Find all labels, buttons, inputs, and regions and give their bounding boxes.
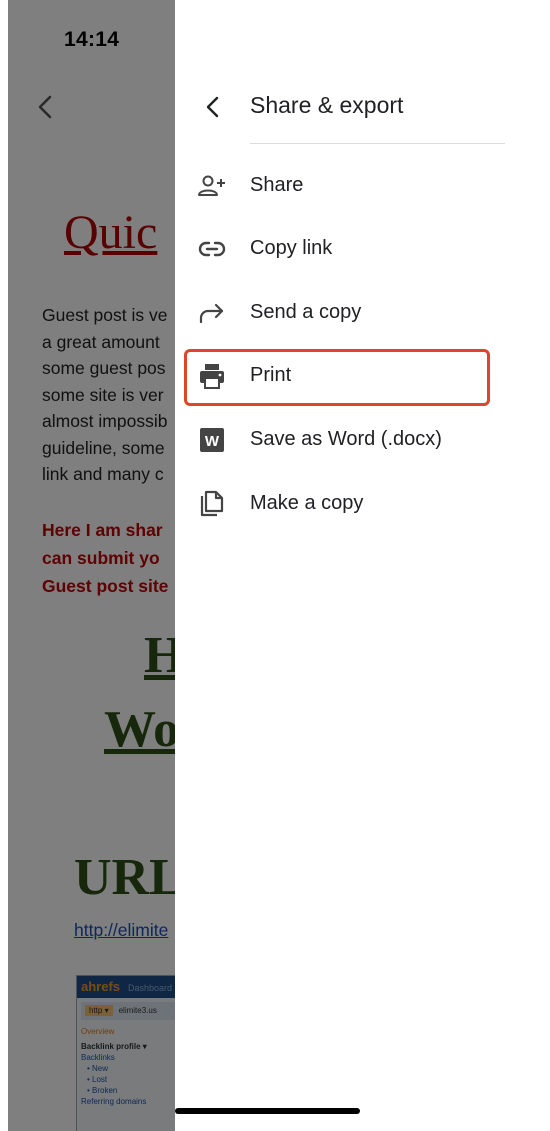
forward-arrow-icon — [199, 303, 224, 324]
menu-item-share[interactable]: Share — [175, 158, 550, 214]
chevron-left-icon[interactable] — [199, 92, 225, 122]
menu-item-label: Make a copy — [250, 492, 364, 514]
share-export-drawer: Share & export Share Copy link Send a co… — [175, 0, 550, 1131]
print-highlight-box — [184, 349, 490, 406]
status-time: 14:14 — [64, 28, 120, 51]
menu-item-label: Copy link — [250, 237, 333, 259]
menu-item-send-copy[interactable]: Send a copy — [175, 285, 550, 341]
svg-text:W: W — [205, 433, 220, 450]
drawer-header: Share & export — [175, 80, 550, 136]
link-icon — [198, 241, 226, 257]
divider — [250, 143, 505, 144]
menu-item-label: Send a copy — [250, 301, 362, 323]
menu-item-label: Share — [250, 174, 304, 196]
home-indicator[interactable] — [175, 1108, 360, 1114]
menu-item-copy-link[interactable]: Copy link — [175, 221, 550, 277]
menu-item-make-copy[interactable]: Make a copy — [175, 476, 550, 532]
menu-item-save-word[interactable]: W Save as Word (.docx) — [175, 412, 550, 468]
word-icon: W — [200, 428, 224, 452]
menu-item-label: Save as Word (.docx) — [250, 428, 442, 450]
drawer-title: Share & export — [250, 92, 404, 118]
copy-icon — [200, 490, 224, 517]
person-add-icon — [198, 175, 225, 196]
